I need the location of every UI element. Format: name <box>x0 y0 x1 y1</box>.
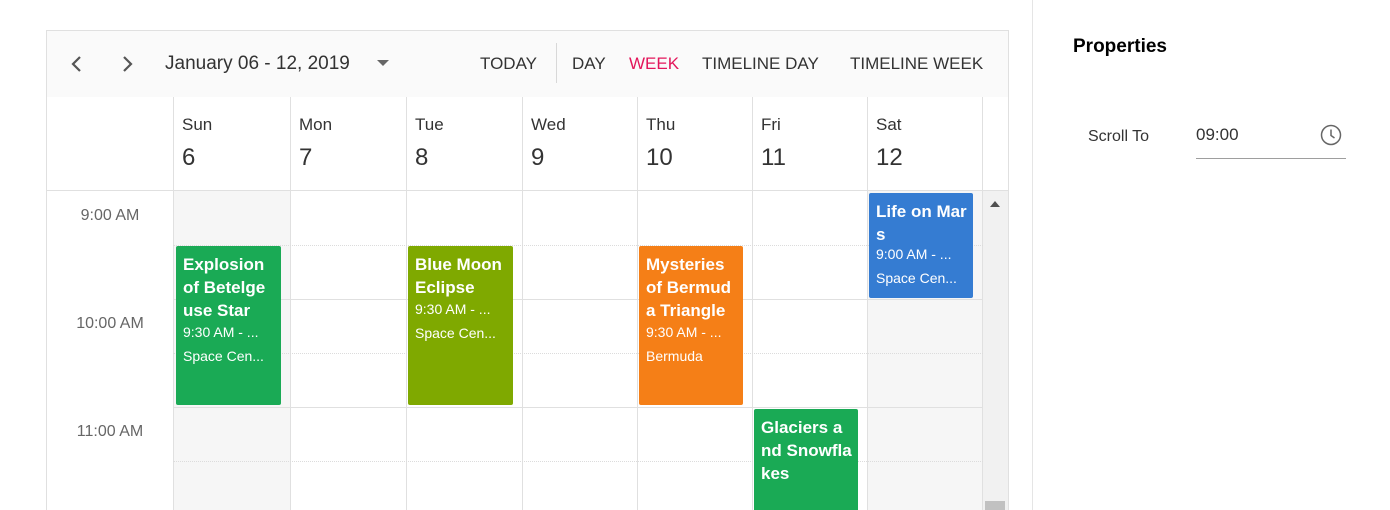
day-number[interactable]: 7 <box>299 144 312 172</box>
today-button[interactable]: TODAY <box>480 54 537 74</box>
vertical-scrollbar[interactable] <box>983 191 1008 510</box>
day-name: Tue <box>415 115 444 134</box>
appointment-glaciers-snowflakes[interactable]: Glaciers and Snowflakes <box>754 409 858 510</box>
time-label-10am: 10:00 AM <box>76 315 144 332</box>
day-name: Fri <box>761 115 781 134</box>
date-header-mon[interactable]: Mon 7 <box>290 97 406 190</box>
day-number[interactable]: 11 <box>761 144 786 172</box>
clock-icon[interactable] <box>1320 124 1342 146</box>
scroll-up-arrow-icon[interactable] <box>990 201 1000 207</box>
appointment-title: Blue Moon Eclipse <box>415 255 502 297</box>
appointment-location: Space Cen... <box>415 325 496 341</box>
appointment-blue-moon-eclipse[interactable]: Blue Moon Eclipse 9:30 AM - ... Space Ce… <box>408 246 513 405</box>
appointment-title: Life on Mars <box>876 202 967 244</box>
appointment-bermuda-triangle[interactable]: Mysteries of Bermuda Triangle 9:30 AM - … <box>639 246 743 405</box>
scroll-to-timepicker[interactable]: 09:00 <box>1196 122 1346 159</box>
date-header-thu[interactable]: Thu 10 <box>637 97 752 190</box>
date-header-row: Sun 6 Mon 7 Tue 8 Wed 9 Thu 10 Fri 11 Sa… <box>47 97 1008 191</box>
appointment-title: Explosion of Betelgeuse Star <box>183 255 266 320</box>
date-header-sat[interactable]: Sat 12 <box>867 97 983 190</box>
day-number[interactable]: 8 <box>415 144 428 172</box>
appointment-location: Space Cen... <box>876 270 957 286</box>
scroll-to-label: Scroll To <box>1088 128 1150 145</box>
appointment-time: 9:00 AM - ... <box>876 246 952 262</box>
scheduler-toolbar: January 06 - 12, 2019 TODAY DAY WEEK TIM… <box>47 31 1008 98</box>
day-number[interactable]: 10 <box>646 144 673 172</box>
day-name: Sun <box>182 115 213 134</box>
appointment-title: Mysteries of Bermuda Triangle <box>646 255 731 320</box>
day-number[interactable]: 6 <box>182 144 195 172</box>
scroll-to-value[interactable]: 09:00 <box>1196 125 1239 145</box>
date-range-label[interactable]: January 06 - 12, 2019 <box>165 53 350 75</box>
day-name: Mon <box>299 115 333 134</box>
week-view-button[interactable]: WEEK <box>629 54 679 74</box>
panel-divider <box>1032 0 1033 510</box>
day-name: Wed <box>531 115 566 134</box>
date-header-sun[interactable]: Sun 6 <box>173 97 290 190</box>
time-label-9am: 9:00 AM <box>80 207 140 224</box>
day-name: Sat <box>876 115 902 134</box>
appointment-life-on-mars[interactable]: Life on Mars 9:00 AM - ... Space Cen... <box>869 193 973 298</box>
day-view-button[interactable]: DAY <box>572 54 606 74</box>
day-name: Thu <box>646 115 676 134</box>
work-cells-grid[interactable] <box>173 191 983 510</box>
day-number[interactable]: 12 <box>876 144 903 172</box>
date-header-tue[interactable]: Tue 8 <box>406 97 522 190</box>
appointment-title: Glaciers and Snowflakes <box>761 418 852 483</box>
date-header-wed[interactable]: Wed 9 <box>522 97 637 190</box>
day-number[interactable]: 9 <box>531 144 544 172</box>
appointment-time: 9:30 AM - ... <box>415 301 491 317</box>
appointment-explosion-betelgeuse[interactable]: Explosion of Betelgeuse Star 9:30 AM - .… <box>176 246 281 405</box>
time-label-11am: 11:00 AM <box>76 423 144 440</box>
timeline-day-view-button[interactable]: TIMELINE DAY <box>702 54 819 74</box>
toolbar-separator <box>556 43 557 83</box>
chevron-right-icon[interactable] <box>117 53 137 75</box>
appointment-location: Space Cen... <box>183 348 264 364</box>
chevron-left-icon[interactable] <box>67 53 87 75</box>
scheduler: January 06 - 12, 2019 TODAY DAY WEEK TIM… <box>46 30 1009 510</box>
date-header-fri[interactable]: Fri 11 <box>752 97 867 190</box>
properties-title: Properties <box>1073 36 1167 57</box>
scrollbar-thumb[interactable] <box>985 501 1005 510</box>
appointment-location: Bermuda <box>646 348 703 364</box>
caret-down-icon[interactable] <box>377 60 389 66</box>
timeline-week-view-button[interactable]: TIMELINE WEEK <box>850 54 983 74</box>
appointment-time: 9:30 AM - ... <box>646 324 722 340</box>
appointment-time: 9:30 AM - ... <box>183 324 259 340</box>
